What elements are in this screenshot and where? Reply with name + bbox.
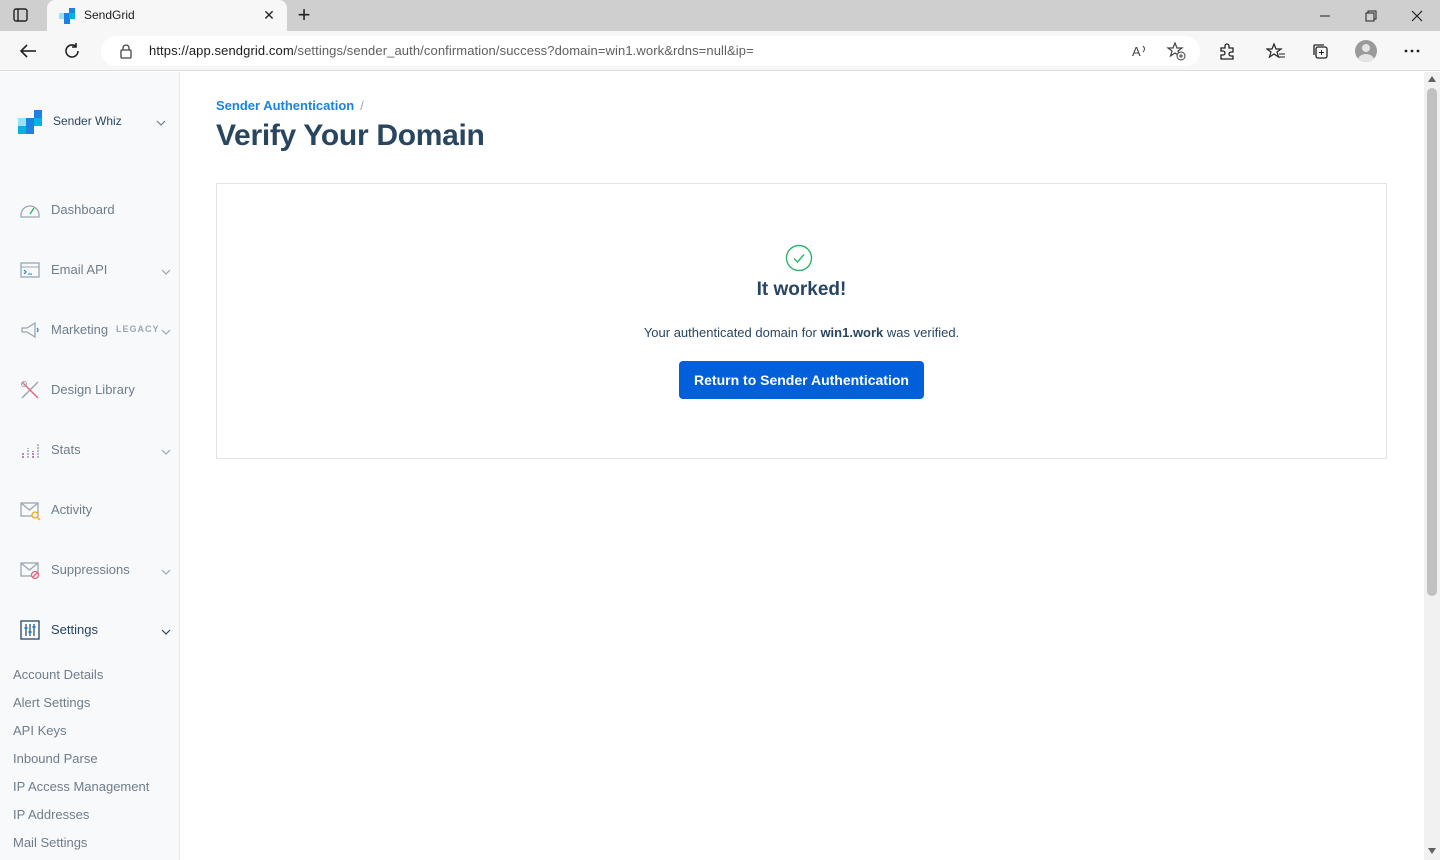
restore-icon[interactable]: [1348, 0, 1394, 31]
success-check-icon: [785, 244, 813, 272]
success-message: Your authenticated domain for win1.work …: [643, 325, 960, 340]
url-text[interactable]: https://app.sendgrid.com/settings/sender…: [149, 43, 754, 58]
chevron-down-icon: [161, 443, 171, 461]
design-tools-icon: [19, 379, 41, 401]
read-aloud-icon[interactable]: A: [1130, 41, 1150, 61]
svg-text:A: A: [1132, 44, 1141, 59]
refresh-icon[interactable]: [58, 37, 86, 65]
breadcrumb-separator: /: [360, 98, 364, 113]
stats-bars-icon: [19, 439, 41, 461]
chevron-down-icon: [161, 623, 171, 641]
minimize-icon[interactable]: [1302, 0, 1348, 31]
new-tab-icon[interactable]: +: [294, 4, 314, 26]
verification-card: It worked! Your authenticated domain for…: [216, 183, 1387, 459]
nav-label: Marketing: [51, 322, 109, 337]
favorites-icon[interactable]: [1262, 37, 1290, 65]
nav-suppressions[interactable]: Suppressions: [0, 555, 180, 585]
browser-tab[interactable]: SendGrid ✕: [47, 0, 287, 31]
dashboard-gauge-icon: [19, 199, 41, 221]
return-to-sender-authentication-button[interactable]: Return to Sender Authentication: [679, 361, 924, 399]
tab-actions-icon[interactable]: [12, 7, 30, 23]
scroll-thumb[interactable]: [1427, 88, 1437, 596]
nav-label: Activity: [51, 502, 93, 517]
scroll-up-icon[interactable]: [1428, 76, 1436, 84]
activity-envelope-search-icon: [19, 499, 41, 521]
nav-label: Email API: [51, 262, 108, 277]
more-menu-icon[interactable]: [1398, 37, 1426, 65]
settings-item-api-keys[interactable]: API Keys: [13, 723, 66, 738]
nav-marketing[interactable]: Marketing LEGACY: [0, 315, 180, 345]
settings-item-mail-settings[interactable]: Mail Settings: [13, 835, 87, 850]
profile-avatar[interactable]: [1352, 37, 1380, 65]
email-api-terminal-icon: [19, 259, 41, 281]
add-favorite-icon[interactable]: [1166, 41, 1186, 61]
page-title: Verify Your Domain: [216, 119, 485, 152]
extensions-icon[interactable]: [1213, 37, 1241, 65]
settings-item-ip-access-management[interactable]: IP Access Management: [13, 779, 149, 794]
page-scrollbar[interactable]: [1424, 72, 1440, 860]
nav-label: Suppressions: [51, 562, 130, 577]
nav-design-library[interactable]: Design Library: [0, 375, 180, 405]
chevron-down-icon: [161, 323, 171, 341]
nav-settings[interactable]: Settings: [0, 615, 180, 645]
settings-item-alert-settings[interactable]: Alert Settings: [13, 695, 90, 710]
legacy-badge: LEGACY: [116, 324, 160, 334]
nav-dashboard[interactable]: Dashboard: [0, 195, 180, 225]
back-icon[interactable]: [14, 37, 42, 65]
browser-tab-bar: SendGrid ✕ +: [0, 0, 1440, 31]
close-tab-icon[interactable]: ✕: [261, 7, 277, 23]
collections-icon[interactable]: [1306, 37, 1334, 65]
address-bar[interactable]: https://app.sendgrid.com/settings/sender…: [101, 36, 1200, 66]
nav-stats[interactable]: Stats: [0, 435, 180, 465]
nav-label: Dashboard: [51, 202, 115, 217]
lock-icon[interactable]: [119, 43, 133, 64]
account-name: Sender Whiz: [53, 114, 122, 128]
settings-item-inbound-parse[interactable]: Inbound Parse: [13, 751, 98, 766]
sendgrid-favicon-icon: [59, 8, 75, 24]
sendgrid-logo-icon: [18, 110, 42, 134]
browser-toolbar: https://app.sendgrid.com/settings/sender…: [0, 31, 1440, 71]
app: Sender Whiz Dashboard Email API Marketin…: [0, 72, 1424, 860]
success-heading: It worked!: [756, 279, 847, 300]
nav-label: Stats: [51, 442, 81, 457]
nav-activity[interactable]: Activity: [0, 495, 180, 525]
megaphone-icon: [19, 319, 41, 341]
nav-email-api[interactable]: Email API: [0, 255, 180, 285]
breadcrumb: Sender Authentication /: [216, 98, 364, 113]
tab-title: SendGrid: [84, 8, 135, 22]
sidebar: Sender Whiz Dashboard Email API Marketin…: [0, 72, 180, 860]
close-window-icon[interactable]: [1394, 0, 1440, 31]
settings-item-account-details[interactable]: Account Details: [13, 667, 103, 682]
breadcrumb-sender-authentication[interactable]: Sender Authentication: [216, 98, 354, 113]
nav-label: Settings: [51, 622, 98, 637]
chevron-down-icon: [161, 563, 171, 581]
nav-label: Design Library: [51, 382, 135, 397]
settings-item-ip-addresses[interactable]: IP Addresses: [13, 807, 89, 822]
chevron-down-icon: [161, 263, 171, 281]
main-content: Sender Authentication / Verify Your Domai…: [181, 72, 1424, 860]
settings-sliders-icon: [19, 619, 41, 641]
chevron-down-icon: [156, 114, 166, 132]
scroll-down-icon[interactable]: [1428, 848, 1436, 856]
verified-domain: win1.work: [820, 325, 884, 340]
suppressions-envelope-icon: [19, 559, 41, 581]
account-switcher[interactable]: Sender Whiz: [18, 110, 168, 134]
